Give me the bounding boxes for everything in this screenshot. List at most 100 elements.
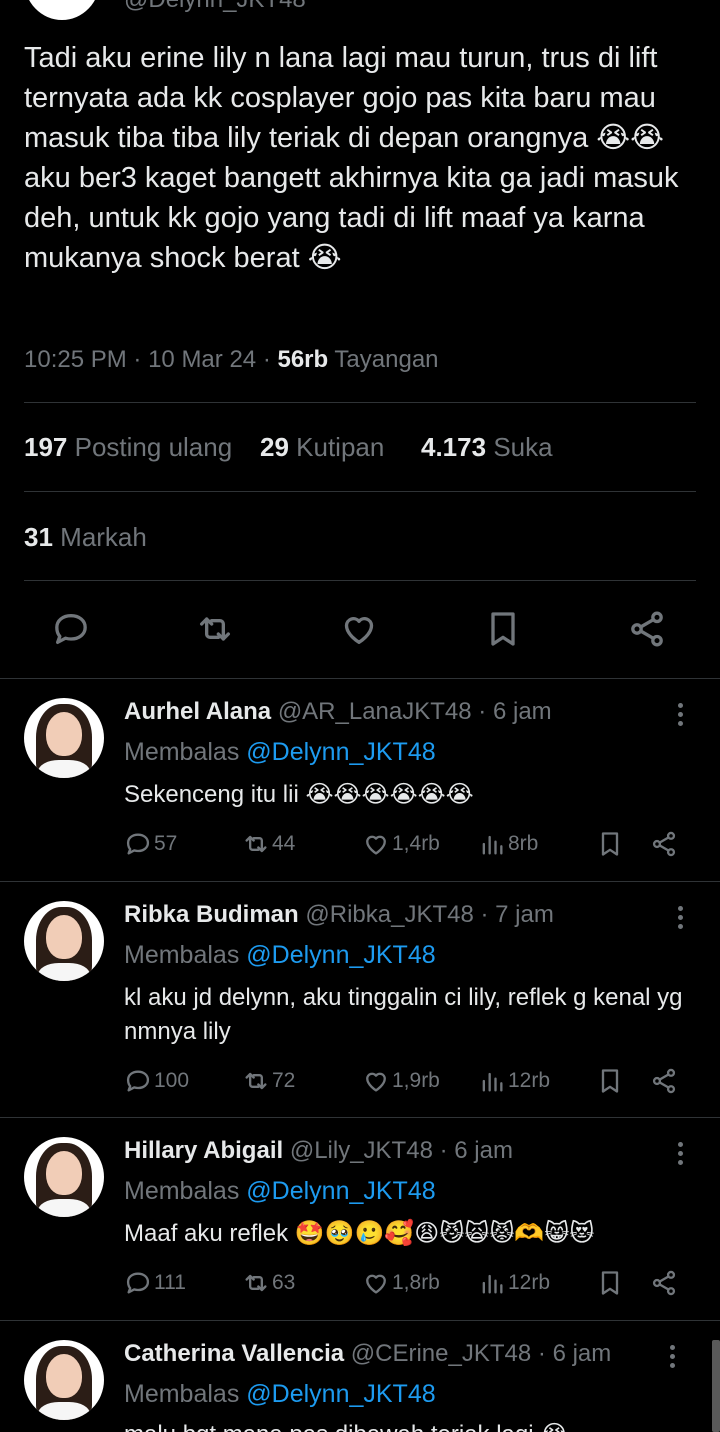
share-icon: [652, 831, 676, 857]
reply-text: kl aku jd delynn, aku tinggalin ci lily,…: [124, 984, 683, 1045]
repost-icon: [200, 617, 230, 641]
replying-prefix: Membalas: [124, 1380, 240, 1408]
reply-like-button[interactable]: 1,9rb: [362, 1067, 440, 1095]
repost-icon: [245, 1274, 267, 1292]
reply-count: 57: [154, 832, 178, 855]
bookmark-icon: [491, 612, 515, 646]
more-options-icon[interactable]: [662, 1342, 682, 1372]
avatar[interactable]: [24, 901, 104, 981]
more-options-icon[interactable]: [670, 1139, 690, 1169]
reply-item[interactable]: Catherina Vallencia @CErine_JKT48 · 6 ja…: [0, 1340, 720, 1432]
likes-label: Suka: [493, 432, 553, 462]
more-options-icon[interactable]: [670, 700, 690, 730]
reply-time[interactable]: 7 jam: [495, 901, 554, 928]
reposts-stat[interactable]: 197 Posting ulang: [24, 432, 232, 463]
reply-views-button[interactable]: 12rb: [478, 1269, 550, 1297]
bookmarks-stat[interactable]: 31 Markah: [24, 522, 147, 553]
reply-item[interactable]: Ribka Budiman @Ribka_JKT48 · 7 jam Memba…: [0, 901, 720, 1115]
reply-text: malu bgt mana pas dibawah teriak lagi 😭: [124, 1418, 700, 1432]
divider: [0, 1320, 720, 1321]
reply-share-button[interactable]: [650, 1067, 678, 1095]
reply-time[interactable]: 6 jam: [493, 698, 552, 725]
reply-time[interactable]: 6 jam: [553, 1340, 612, 1367]
reply-item[interactable]: Hillary Abigail @Lily_JKT48 · 6 jam Memb…: [0, 1137, 720, 1319]
share-icon: [631, 611, 663, 647]
replying-to-link[interactable]: @Delynn_JKT48: [246, 1380, 435, 1408]
reply-reply-button[interactable]: 111: [124, 1269, 186, 1297]
avatar[interactable]: [24, 1340, 104, 1420]
reply-time[interactable]: 6 jam: [454, 1137, 513, 1164]
reply-like-button[interactable]: 1,4rb: [362, 830, 440, 858]
more-options-icon[interactable]: [670, 903, 690, 933]
like-count: 1,8rb: [392, 1271, 440, 1294]
repost-count: 44: [272, 832, 296, 855]
reply-author-handle[interactable]: @Ribka_JKT48: [305, 901, 473, 928]
reposts-label: Posting ulang: [74, 432, 233, 462]
replying-to: Membalas @Delynn_JKT48: [124, 738, 436, 767]
replying-to: Membalas @Delynn_JKT48: [124, 941, 436, 970]
share-icon: [652, 1068, 676, 1094]
bookmark-icon: [601, 1271, 619, 1295]
scrollbar[interactable]: [712, 1340, 720, 1432]
reply-share-button[interactable]: [650, 830, 678, 858]
reply-share-button[interactable]: [650, 1269, 678, 1297]
reply-repost-button[interactable]: 63: [242, 1269, 295, 1297]
reply-icon: [126, 1070, 150, 1092]
replying-to-link[interactable]: @Delynn_JKT48: [246, 941, 435, 969]
reply-like-button[interactable]: 1,8rb: [362, 1269, 440, 1297]
reply-author-name[interactable]: Aurhel Alana: [124, 698, 271, 725]
repost-button[interactable]: [194, 608, 236, 650]
reply-header: Catherina Vallencia @CErine_JKT48 · 6 ja…: [124, 1340, 612, 1367]
likes-stat[interactable]: 4.173 Suka: [421, 432, 553, 463]
divider: [0, 881, 720, 882]
reposts-count: 197: [24, 432, 68, 462]
views-label: Tayangan: [334, 346, 439, 373]
reply-views-button[interactable]: 12rb: [478, 1067, 550, 1095]
quotes-stat[interactable]: 29 Kutipan: [260, 432, 384, 463]
reply-author-handle[interactable]: @AR_LanaJKT48: [278, 698, 472, 725]
reply-views-button[interactable]: 8rb: [478, 830, 538, 858]
views-count: 8rb: [508, 832, 539, 855]
reply-author-handle[interactable]: @CErine_JKT48: [351, 1340, 531, 1367]
avatar[interactable]: [24, 1137, 104, 1217]
reply-author-name[interactable]: Catherina Vallencia: [124, 1340, 344, 1367]
like-count: 1,4rb: [392, 832, 440, 855]
bookmark-button[interactable]: [482, 608, 524, 650]
quotes-count: 29: [260, 432, 289, 462]
reply-repost-button[interactable]: 44: [242, 830, 295, 858]
reply-author-name[interactable]: Ribka Budiman: [124, 901, 299, 928]
reply-bookmark-button[interactable]: [596, 830, 624, 858]
author-avatar[interactable]: [24, 0, 100, 20]
views-count: 12rb: [508, 1271, 551, 1294]
reply-item[interactable]: Aurhel Alana @AR_LanaJKT48 · 6 jam Memba…: [0, 698, 720, 880]
like-button[interactable]: [338, 608, 380, 650]
share-button[interactable]: [626, 608, 668, 650]
like-icon: [366, 1274, 386, 1294]
divider: [0, 1117, 720, 1118]
reply-reply-button[interactable]: 57: [124, 830, 177, 858]
avatar[interactable]: [24, 698, 104, 778]
reply-bookmark-button[interactable]: [596, 1067, 624, 1095]
bookmark-icon: [601, 1069, 619, 1093]
reply-icon: [55, 614, 87, 644]
reply-repost-button[interactable]: 72: [242, 1067, 295, 1095]
reply-count: 100: [154, 1069, 190, 1092]
likes-count: 4.173: [421, 432, 487, 462]
author-handle[interactable]: @Delynn_JKT48: [124, 0, 306, 14]
quotes-label: Kutipan: [296, 432, 385, 462]
bookmark-icon: [601, 832, 619, 856]
reply-author-handle[interactable]: @Lily_JKT48: [290, 1137, 433, 1164]
replying-to-link[interactable]: @Delynn_JKT48: [246, 1177, 435, 1205]
replying-to-link[interactable]: @Delynn_JKT48: [246, 738, 435, 766]
reply-reply-button[interactable]: 100: [124, 1067, 189, 1095]
tweet-meta: 10:25 PM · 10 Mar 24 · 56rb Tayangan: [24, 346, 439, 373]
reply-author-name[interactable]: Hillary Abigail: [124, 1137, 283, 1164]
replying-prefix: Membalas: [124, 941, 240, 969]
divider: [0, 678, 720, 679]
reply-button[interactable]: [50, 608, 92, 650]
bookmarks-count: 31: [24, 522, 53, 552]
tweet-date[interactable]: 10 Mar 24: [148, 346, 256, 373]
reply-bookmark-button[interactable]: [596, 1269, 624, 1297]
tweet-time[interactable]: 10:25 PM: [24, 346, 127, 373]
reply-text: Maaf aku reflek 🤩🥹🥲🥰😩😼🙀😾🫶😸😻: [124, 1220, 595, 1247]
